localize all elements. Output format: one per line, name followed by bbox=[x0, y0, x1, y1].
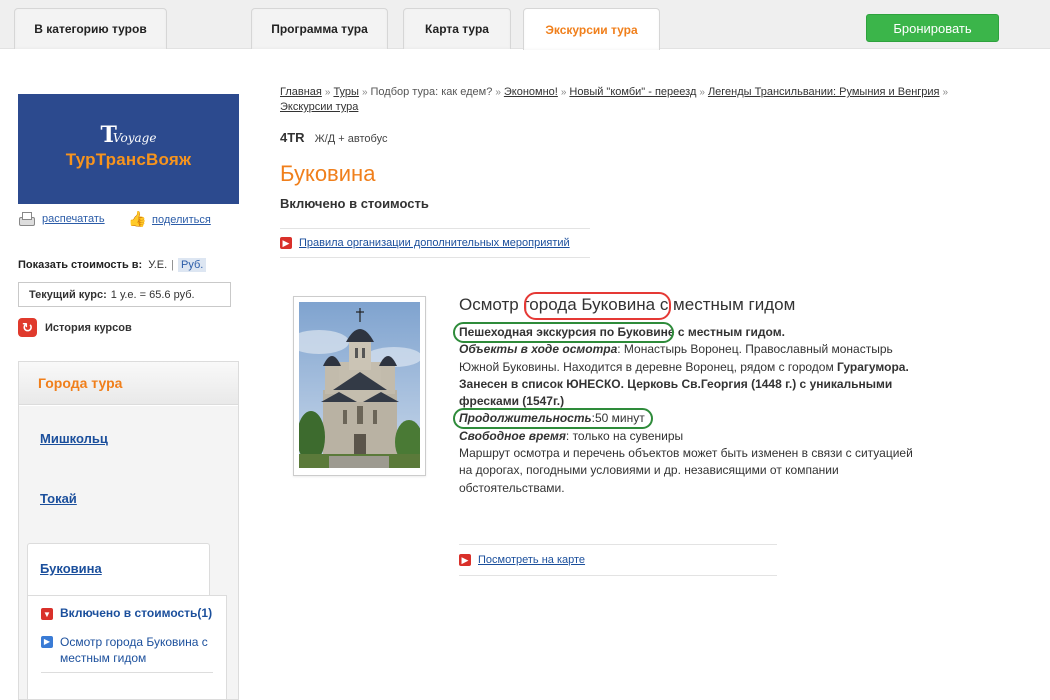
book-button[interactable]: Бронировать bbox=[866, 14, 999, 42]
tour-cities-panel: Города тура Мишкольц Токай Буковина ▼ Вк… bbox=[18, 361, 239, 700]
tour-code: 4TR bbox=[280, 130, 305, 145]
tour-cities-list: Мишкольц Токай Буковина ▼ Включено в сто… bbox=[19, 406, 238, 700]
submenu-excursion[interactable]: ▶ Осмотр города Буковина с местным гидом bbox=[41, 634, 221, 666]
page-title: Буковина bbox=[280, 161, 376, 186]
duration-value: :50 минут bbox=[591, 411, 645, 426]
top-tab-bar: В категорию туров Программа тура Карта т… bbox=[0, 0, 1050, 50]
excursion-title: Осмотр города Буковина с местным гидом bbox=[459, 295, 796, 314]
free-time-label: Свободное время bbox=[459, 428, 566, 443]
excursion-photo-frame[interactable] bbox=[293, 296, 426, 476]
tour-cities-title: Города тура bbox=[19, 362, 238, 405]
view-on-map-link[interactable]: Посмотреть на карте bbox=[478, 554, 585, 566]
tab-excursions[interactable]: Экскурсии тура bbox=[523, 8, 660, 50]
tour-code-line: 4TR Ж/Д + автобус bbox=[280, 130, 387, 145]
section-title: Включено в стоимость bbox=[280, 196, 429, 211]
price-currency-switch: Показать стоимость в: У.Е. | Руб. bbox=[18, 258, 207, 272]
currency-separator: | bbox=[171, 259, 175, 271]
map-link-row: ▶ Посмотреть на карте bbox=[459, 544, 777, 576]
breadcrumb-tour[interactable]: Легенды Трансильвании: Румыния и Венгрия bbox=[708, 86, 940, 98]
rate-history-label: История курсов bbox=[45, 321, 132, 334]
submenu-divider bbox=[41, 672, 213, 673]
share-action: 👍 поделиться bbox=[128, 211, 211, 228]
cathedral-photo bbox=[299, 302, 420, 468]
breadcrumb-separator: » bbox=[699, 87, 705, 98]
submenu-included-label: Включено в стоимость(1) bbox=[60, 606, 213, 620]
arrow-right-icon: ▶ bbox=[459, 554, 471, 566]
tab-map[interactable]: Карта тура bbox=[403, 8, 511, 49]
tab-program[interactable]: Программа тура bbox=[251, 8, 388, 49]
submenu-excursion-label: Осмотр города Буковина с местным гидом bbox=[60, 635, 208, 665]
breadcrumb-selection: Подбор тура: как едем? bbox=[370, 86, 493, 98]
print-action: распечатать bbox=[18, 211, 105, 227]
tour-transport: Ж/Д + автобус bbox=[314, 133, 388, 145]
price-currency-label: Показать стоимость в: bbox=[18, 259, 143, 271]
breadcrumb-combi[interactable]: Новый "комби" - переезд bbox=[569, 86, 696, 98]
breadcrumb-economy[interactable]: Экономно! bbox=[504, 86, 558, 98]
current-rate-box: Текущий курс: 1 у.е. = 65.6 руб. bbox=[18, 282, 231, 307]
city-submenu: ▼ Включено в стоимость(1) ▶ Осмотр город… bbox=[27, 595, 227, 700]
city-link-miskolc[interactable]: Мишкольц bbox=[40, 431, 108, 446]
breadcrumb-separator: » bbox=[324, 87, 331, 98]
breadcrumb-separator: » bbox=[560, 87, 567, 98]
rules-link[interactable]: Правила организации дополнительных мероп… bbox=[299, 237, 570, 249]
current-rate-label: Текущий курс: bbox=[29, 288, 107, 301]
free-time-value: : только на сувениры bbox=[565, 428, 684, 443]
logo-mark: TVoyage bbox=[100, 122, 157, 148]
rules-row: ▶ Правила организации дополнительных мер… bbox=[280, 228, 590, 258]
share-link[interactable]: поделиться bbox=[152, 214, 211, 226]
printer-icon[interactable] bbox=[18, 211, 35, 227]
print-link[interactable]: распечатать bbox=[42, 213, 105, 225]
chevron-down-icon: ▼ bbox=[41, 608, 53, 620]
city-link-bukovina[interactable]: Буковина bbox=[40, 561, 102, 576]
breadcrumb-separator: » bbox=[942, 87, 949, 98]
arrow-right-icon: ▶ bbox=[280, 237, 292, 249]
breadcrumb-separator: » bbox=[361, 87, 368, 98]
submenu-included[interactable]: ▼ Включено в стоимость(1) bbox=[41, 606, 212, 620]
refresh-icon: ↻ bbox=[18, 318, 37, 337]
excursion-lead: Пешеходная экскурсия по Буковине с местн… bbox=[459, 325, 785, 339]
breadcrumb-tours[interactable]: Туры bbox=[333, 86, 359, 98]
currency-ue-option[interactable]: У.Е. bbox=[148, 259, 167, 271]
breadcrumb-home[interactable]: Главная bbox=[280, 86, 322, 98]
route-note: Маршрут осмотра и перечень объектов може… bbox=[459, 446, 913, 495]
breadcrumb: Главная» Туры» Подбор тура: как едем?» Экон… bbox=[280, 85, 960, 114]
currency-rub-option[interactable]: Руб. bbox=[178, 258, 207, 272]
logo-text: ТурТрансВояж bbox=[65, 150, 192, 169]
city-link-tokaj[interactable]: Токай bbox=[40, 491, 77, 506]
duration-label: Продолжительность bbox=[459, 411, 592, 426]
breadcrumb-separator: » bbox=[495, 87, 501, 98]
company-logo[interactable]: TVoyage ТурТрансВояж bbox=[18, 94, 239, 204]
tab-category[interactable]: В категорию туров bbox=[14, 8, 167, 49]
rate-history-link[interactable]: ↻ История курсов bbox=[18, 318, 132, 337]
excursion-description: Пешеходная экскурсия по Буковине с местн… bbox=[459, 324, 929, 497]
thumbs-up-icon[interactable]: 👍 bbox=[128, 211, 147, 228]
objects-label: Объекты в ходе осмотра bbox=[459, 342, 618, 357]
arrow-right-icon: ▶ bbox=[41, 636, 53, 648]
current-rate-value: 1 у.е. = 65.6 руб. bbox=[110, 288, 195, 301]
breadcrumb-excursions[interactable]: Экскурсии тура bbox=[280, 101, 358, 113]
